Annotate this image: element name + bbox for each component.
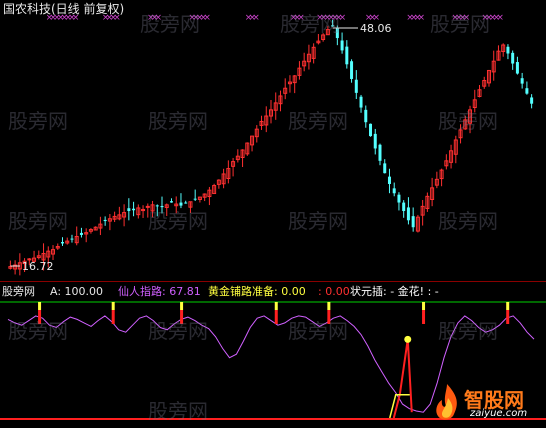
signal-bar-bottom <box>422 310 426 324</box>
watermark: 股旁网 <box>148 399 208 423</box>
watermark: 股旁网 <box>148 319 208 343</box>
signal-bar-top <box>274 302 278 310</box>
candlestick-series <box>8 19 534 276</box>
signal-bar-top <box>327 302 331 310</box>
candle-body <box>193 198 197 200</box>
watermark: 股旁网 <box>288 109 348 133</box>
candle-body <box>350 61 354 79</box>
price-max-label: 48.06 <box>360 22 392 35</box>
watermark: 股旁网 <box>438 209 498 233</box>
candle-body <box>132 208 136 211</box>
watermark: 股旁网 <box>140 12 200 36</box>
signal-bar-bottom <box>506 310 510 324</box>
indicator-xianren-value: 仙人指路: 67.81 <box>118 285 201 298</box>
candle-body <box>383 163 387 174</box>
candle-body <box>402 202 406 212</box>
signal-bar-top <box>38 302 42 310</box>
candle-body <box>378 144 382 161</box>
candle-body <box>103 219 107 222</box>
watermark: 股旁网 <box>8 209 68 233</box>
panel-separator <box>0 281 546 282</box>
indicator-zero-value: : 0.00 <box>318 285 350 298</box>
signal-bar-top <box>111 302 115 310</box>
candle-body <box>511 52 515 64</box>
candle-body <box>359 96 363 108</box>
top-marker: × <box>252 13 260 23</box>
candle-body <box>530 97 534 104</box>
candle-body <box>506 46 510 54</box>
watermark: 股旁网 <box>280 12 340 36</box>
candle-body <box>364 109 368 123</box>
candle-body <box>520 78 524 84</box>
watermark: 股旁网 <box>8 109 68 133</box>
candle-body <box>340 40 344 51</box>
watermark: 股旁网 <box>288 319 348 343</box>
watermark: 股旁网 <box>148 209 208 233</box>
candle-body <box>411 216 415 228</box>
signal-bar-bottom <box>274 310 278 324</box>
candle-body <box>127 208 131 212</box>
candle-body <box>369 123 373 137</box>
spike-line <box>392 339 413 419</box>
top-marker: × <box>496 13 504 23</box>
candle-body <box>515 62 519 74</box>
indicator-name[interactable]: 股旁网 <box>2 285 35 298</box>
flame-icon <box>436 384 457 420</box>
indicator-huangjin-value: 黄金铺路准备: 0.00 <box>208 285 306 298</box>
indicator-zhuangyuan-value: 状元插: - 金花! : - <box>350 285 439 298</box>
site-logo: 智股网 zaiyue.com <box>430 380 546 427</box>
signal-bar-top <box>180 302 184 310</box>
candle-body <box>354 79 358 93</box>
chart-title: 国农科技(日线 前复权) <box>3 2 125 16</box>
top-marker: × <box>418 13 426 23</box>
candle-body <box>525 88 529 94</box>
watermark: 股旁网 <box>288 209 348 233</box>
candle-body <box>169 201 173 203</box>
candle-body <box>406 207 410 221</box>
candle-body <box>345 46 349 65</box>
watermark: 股旁网 <box>438 109 498 133</box>
logo-subtext: zaiyue.com <box>470 408 528 419</box>
signal-bar-bottom <box>111 310 115 324</box>
watermark: 股旁网 <box>8 319 68 343</box>
top-marker: × <box>203 13 211 23</box>
spike-dot <box>404 335 412 343</box>
candle-body <box>184 202 188 204</box>
candle-body <box>397 194 401 203</box>
signal-bar-top <box>506 302 510 310</box>
candle-body <box>387 176 391 184</box>
candle-body <box>373 133 377 149</box>
candle-body <box>79 232 83 235</box>
candle-body <box>70 238 74 240</box>
watermark: 股旁网 <box>438 319 498 343</box>
indicator-a-value: A: 100.00 <box>50 285 104 298</box>
candle-body <box>60 242 64 244</box>
price-min-label: 16.72 <box>22 260 54 273</box>
candle-body <box>392 188 396 194</box>
watermark: 股旁网 <box>430 12 490 36</box>
signal-bar-top <box>422 302 426 310</box>
watermark: 股旁网 <box>148 109 208 133</box>
